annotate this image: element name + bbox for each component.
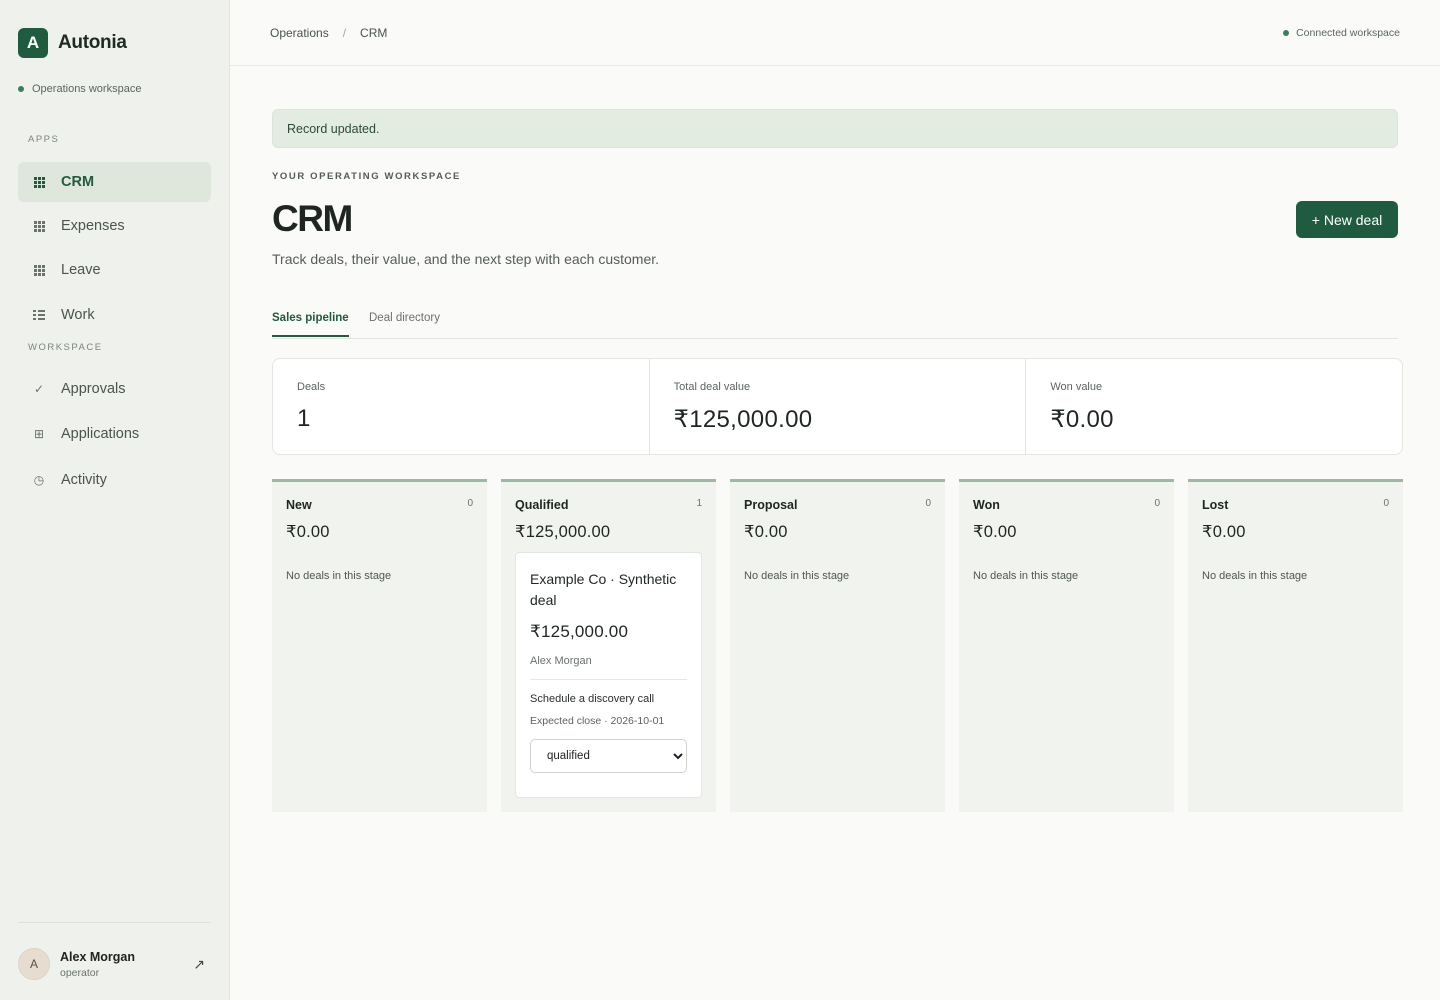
check-icon: ✓	[33, 382, 45, 396]
apps-section-label: APPS	[28, 134, 60, 145]
breadcrumb-item-operations[interactable]: Operations	[270, 26, 329, 40]
workspace-status: Operations workspace	[18, 83, 141, 95]
stage-empty-message: No deals in this stage	[286, 570, 392, 582]
stage-count: 0	[1383, 498, 1389, 509]
workspace-section-label: WORKSPACE	[28, 342, 103, 353]
stage-value: ₹0.00	[286, 523, 330, 541]
connection-status: Connected workspace	[1283, 27, 1400, 39]
sidebar-item-expenses[interactable]: Expenses	[18, 206, 211, 246]
sidebar-item-label: Approvals	[61, 381, 126, 397]
stat-label: Deals	[297, 381, 326, 393]
deal-title[interactable]: Example Co · Synthetic deal	[530, 569, 687, 611]
avatar[interactable]: A	[18, 948, 50, 980]
stats-panel: Deals 1 Total deal value ₹125,000.00 Won…	[272, 358, 1403, 455]
connection-status-label: Connected workspace	[1296, 27, 1400, 39]
new-deal-button[interactable]: + New deal	[1296, 201, 1398, 238]
user-name: Alex Morgan	[60, 949, 136, 964]
grid-icon	[33, 176, 45, 188]
stat-won-value: Won value ₹0.00	[1026, 359, 1402, 454]
brand[interactable]: A Autonia	[18, 28, 127, 58]
user-info: Alex Morgan operator	[60, 950, 135, 979]
deal-value: ₹125,000.00	[530, 622, 629, 641]
sidebar-item-label: Work	[61, 307, 95, 323]
stage-column-new: New 0 ₹0.00 No deals in this stage	[272, 479, 487, 812]
status-dot-icon	[18, 86, 24, 92]
sidebar: A Autonia Operations workspace APPS CRM …	[0, 0, 230, 1000]
stage-name: Proposal	[744, 498, 798, 512]
deal-owner: Alex Morgan	[530, 655, 592, 667]
sidebar-item-label: Leave	[61, 262, 101, 278]
tab-deal-directory[interactable]: Deal directory	[369, 312, 440, 335]
stat-deals: Deals 1	[273, 359, 650, 454]
sidebar-item-crm[interactable]: CRM	[18, 162, 211, 202]
stat-total-deal-value: Total deal value ₹125,000.00	[650, 359, 1027, 454]
stage-count: 0	[1154, 498, 1160, 509]
sidebar-item-label: Expenses	[61, 218, 125, 234]
stage-count: 0	[467, 498, 473, 509]
deal-expected-close: Expected close · 2026-10-01	[530, 715, 665, 727]
brand-name: Autonia	[58, 32, 127, 53]
stat-label: Total deal value	[673, 381, 751, 393]
stage-value: ₹0.00	[973, 523, 1017, 541]
breadcrumb-separator: /	[342, 26, 347, 40]
page-eyebrow: YOUR OPERATING WORKSPACE	[272, 171, 461, 182]
tabs: Sales pipeline Deal directory	[272, 312, 1398, 339]
stage-column-proposal: Proposal 0 ₹0.00 No deals in this stage	[730, 479, 945, 812]
stage-name: Lost	[1202, 498, 1229, 512]
deal-next-step: Schedule a discovery call	[530, 693, 655, 705]
stage-column-qualified: Qualified 1 ₹125,000.00 Example Co · Syn…	[501, 479, 716, 812]
stat-label: Won value	[1050, 381, 1103, 393]
stage-column-lost: Lost 0 ₹0.00 No deals in this stage	[1188, 479, 1403, 812]
stat-value: ₹125,000.00	[673, 406, 813, 433]
brand-logo: A	[18, 28, 48, 58]
stage-name: Won	[973, 498, 1000, 512]
deal-card[interactable]: Example Co · Synthetic deal ₹125,000.00 …	[515, 552, 702, 798]
stage-empty-message: No deals in this stage	[1202, 570, 1308, 582]
stage-count: 0	[925, 498, 931, 509]
stage-name: New	[286, 498, 312, 512]
deal-divider	[530, 679, 687, 680]
deal-stage-select[interactable]: qualified	[530, 739, 687, 773]
external-link-icon[interactable]: ↗	[193, 956, 205, 973]
success-alert: Record updated.	[272, 109, 1398, 148]
clock-icon: ◷	[33, 473, 45, 487]
alert-message: Record updated.	[287, 122, 380, 136]
breadcrumb-item-crm: CRM	[360, 26, 388, 40]
sidebar-item-applications[interactable]: ⊞ Applications	[18, 414, 211, 454]
sidebar-item-leave[interactable]: Leave	[18, 250, 211, 290]
topbar: Operations / CRM Connected workspace	[230, 0, 1440, 66]
stage-value: ₹125,000.00	[515, 523, 611, 541]
apps-icon: ⊞	[33, 427, 45, 441]
sidebar-divider	[18, 922, 211, 923]
stage-count: 1	[696, 498, 702, 509]
list-icon	[33, 309, 45, 321]
stage-empty-message: No deals in this stage	[973, 570, 1079, 582]
user-profile: A Alex Morgan operator ↗	[18, 948, 211, 980]
status-dot-icon	[1283, 30, 1290, 36]
page-description: Track deals, their value, and the next s…	[272, 251, 660, 267]
stage-value: ₹0.00	[1202, 523, 1246, 541]
stage-empty-message: No deals in this stage	[744, 570, 850, 582]
stage-value: ₹0.00	[744, 523, 788, 541]
grid-icon	[33, 220, 45, 232]
page-title: CRM	[272, 198, 353, 239]
sidebar-item-label: Applications	[61, 426, 140, 442]
stat-value: ₹0.00	[1050, 406, 1114, 433]
sidebar-item-label: CRM	[61, 174, 95, 190]
sidebar-item-activity[interactable]: ◷ Activity	[18, 460, 211, 500]
stage-name: Qualified	[515, 498, 569, 512]
sidebar-item-approvals[interactable]: ✓ Approvals	[18, 369, 211, 409]
sidebar-item-label: Activity	[61, 472, 107, 488]
grid-icon	[33, 264, 45, 276]
user-role: operator	[60, 966, 100, 979]
sidebar-item-work[interactable]: Work	[18, 295, 211, 335]
breadcrumb: Operations / CRM	[270, 26, 387, 40]
workspace-status-label: Operations workspace	[32, 83, 142, 95]
stat-value: 1	[297, 405, 311, 432]
tab-sales-pipeline[interactable]: Sales pipeline	[272, 312, 349, 337]
stage-column-won: Won 0 ₹0.00 No deals in this stage	[959, 479, 1174, 812]
pipeline-board: New 0 ₹0.00 No deals in this stage Quali…	[272, 479, 1403, 812]
